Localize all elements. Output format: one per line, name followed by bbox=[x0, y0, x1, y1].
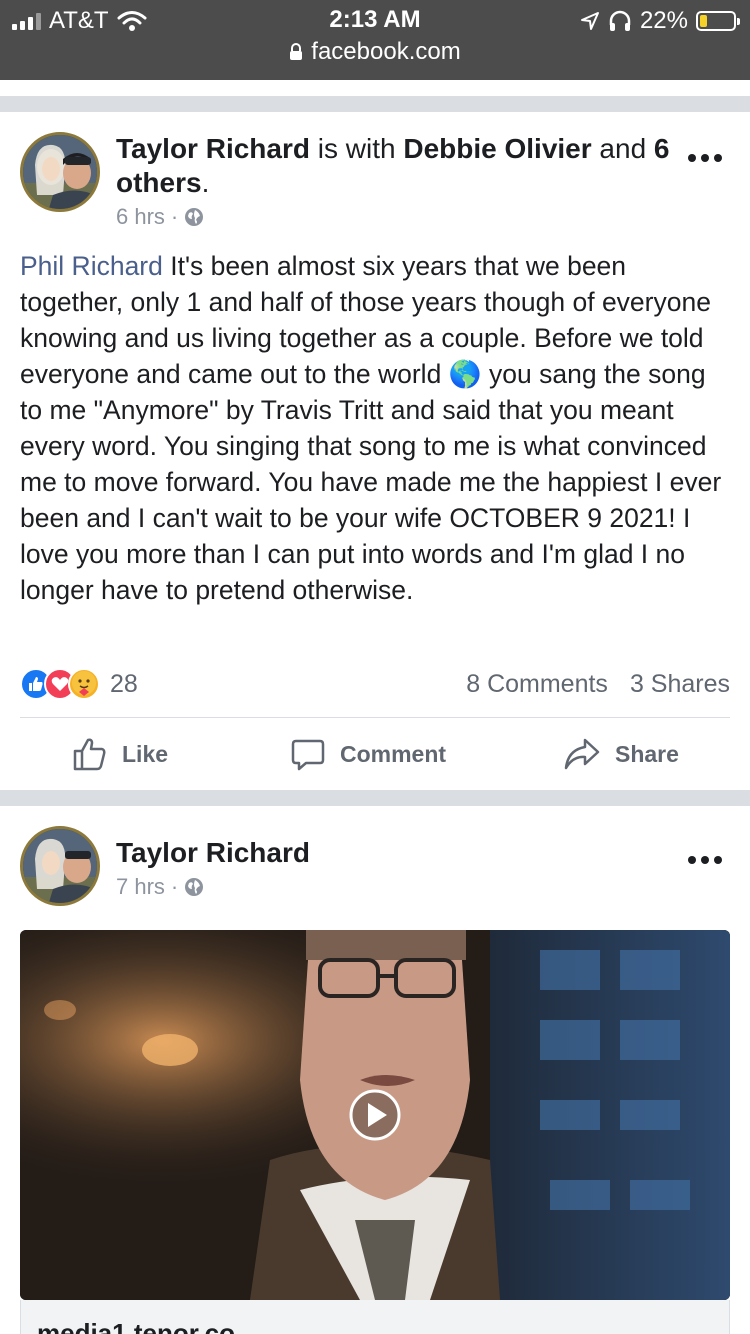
avatar-2[interactable] bbox=[20, 826, 100, 906]
top-gap bbox=[0, 80, 750, 96]
like-button[interactable]: Like bbox=[72, 724, 168, 784]
share-button[interactable]: Share bbox=[563, 724, 679, 784]
location-icon bbox=[580, 12, 599, 30]
meta-separator: · bbox=[170, 204, 179, 229]
engagement-counts: 8 Comments 3 Shares bbox=[466, 670, 730, 699]
post-header-text: Taylor Richard is with Debbie Olivier an… bbox=[116, 132, 676, 200]
mention-link[interactable]: Phil Richard bbox=[20, 251, 163, 281]
caption-text: media1.tenor.co bbox=[37, 1318, 235, 1334]
with-text: is with bbox=[317, 133, 396, 164]
post-meta: 6 hrs · bbox=[116, 204, 204, 230]
meta-separator-2: · bbox=[170, 874, 179, 899]
comment-label: Comment bbox=[340, 740, 447, 767]
actions-divider bbox=[20, 717, 730, 718]
globe-icon bbox=[185, 208, 204, 226]
post-time[interactable]: 6 hrs bbox=[116, 204, 165, 230]
tagged-name[interactable]: Debbie Olivier bbox=[403, 133, 591, 164]
link-caption[interactable]: media1.tenor.co bbox=[20, 1300, 730, 1334]
status-bar: AT&T 2:13 AM 22% facebook.com bbox=[0, 0, 750, 80]
avatar[interactable] bbox=[20, 132, 100, 212]
reaction-count[interactable]: 28 bbox=[110, 670, 138, 699]
comments-count[interactable]: 8 Comments bbox=[466, 670, 608, 699]
globe-icon bbox=[185, 878, 204, 896]
battery-level bbox=[700, 15, 708, 27]
post-card: Taylor Richard is with Debbie Olivier an… bbox=[0, 112, 750, 790]
avatar-photo-2 bbox=[23, 829, 97, 903]
reactions-bar: 28 8 Comments 3 Shares bbox=[20, 664, 730, 704]
status-right: 22% bbox=[580, 6, 740, 36]
shares-count[interactable]: 3 Shares bbox=[630, 670, 730, 699]
post-options-icon-2[interactable] bbox=[688, 856, 722, 864]
and-text: and bbox=[599, 133, 647, 164]
headphones-icon bbox=[609, 10, 631, 31]
post-time-2[interactable]: 7 hrs bbox=[116, 874, 165, 900]
avatar-photo bbox=[23, 135, 97, 209]
post-header-text-2: Taylor Richard bbox=[116, 836, 310, 870]
post-card-2: Taylor Richard 7 hrs · media1.tenor.co bbox=[0, 806, 750, 1334]
feed-separator-2 bbox=[0, 790, 750, 806]
feed-separator bbox=[0, 96, 750, 112]
battery-percent: 22% bbox=[639, 7, 688, 34]
like-label: Like bbox=[122, 740, 169, 767]
share-icon bbox=[564, 738, 600, 770]
post-options-icon[interactable] bbox=[688, 154, 722, 162]
post-body-text: It's been almost six years that we been … bbox=[20, 251, 722, 605]
gif-video[interactable] bbox=[20, 930, 730, 1300]
battery-icon bbox=[696, 11, 740, 31]
like-icon bbox=[73, 738, 106, 771]
period-text: . bbox=[201, 167, 210, 198]
care-reaction-icon[interactable] bbox=[68, 668, 100, 700]
comment-icon bbox=[291, 739, 325, 771]
post-body: Phil Richard It's been almost six years … bbox=[20, 248, 735, 608]
url-bar[interactable]: facebook.com bbox=[0, 38, 750, 66]
author-name[interactable]: Taylor Richard bbox=[116, 133, 310, 164]
video-frame bbox=[20, 930, 730, 1300]
post-meta-2: 7 hrs · bbox=[116, 874, 204, 900]
url-text: facebook.com bbox=[311, 38, 461, 65]
lock-icon bbox=[290, 43, 303, 60]
share-label: Share bbox=[615, 740, 679, 767]
post-actions: Like Comment Share bbox=[0, 724, 750, 784]
comment-button[interactable]: Comment bbox=[290, 724, 446, 784]
author-name-2[interactable]: Taylor Richard bbox=[116, 837, 310, 868]
